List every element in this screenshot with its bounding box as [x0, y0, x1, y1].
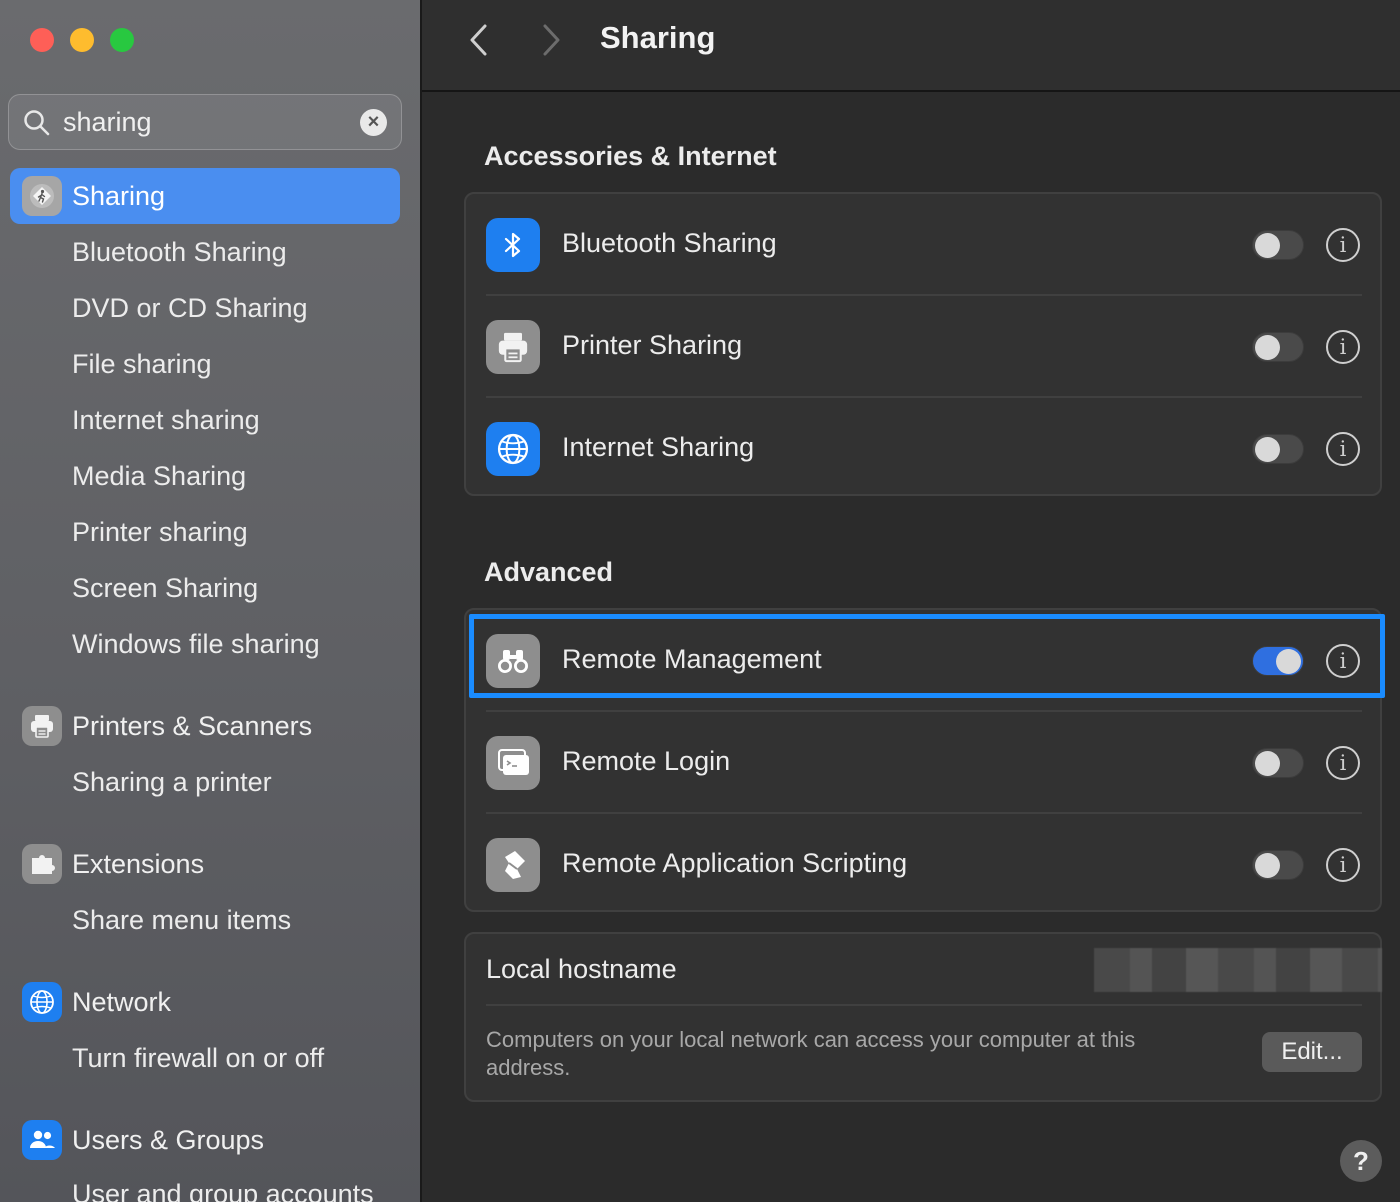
globe-icon — [486, 422, 540, 476]
row-label: Printer Sharing — [562, 330, 743, 360]
sidebar: sharing × Sharing Bluetooth Sharing DVD … — [0, 0, 420, 1202]
info-icon[interactable]: i — [1326, 746, 1360, 780]
sharing-walk-icon — [22, 176, 62, 216]
sidebar-subitem-screen-sharing[interactable]: Screen Sharing — [72, 573, 258, 604]
main-pane: Sharing Accessories & Internet Bluetooth… — [420, 0, 1400, 1202]
toolbar: Sharing — [422, 0, 1400, 92]
sidebar-subitem-printer-sharing[interactable]: Printer sharing — [72, 517, 248, 548]
help-button[interactable]: ? — [1340, 1140, 1382, 1182]
sidebar-subitem-user-group-accounts[interactable]: User and group accounts — [72, 1179, 374, 1202]
globe-icon — [22, 982, 62, 1022]
info-icon[interactable]: i — [1326, 330, 1360, 364]
divider — [486, 1004, 1362, 1006]
info-icon[interactable]: i — [1326, 432, 1360, 466]
accessories-card: Bluetooth Sharing i Printer Sharing i In… — [464, 192, 1382, 496]
row-label: Internet Sharing — [562, 432, 755, 462]
internet-sharing-row: Internet Sharing i — [466, 398, 1380, 500]
row-label: Remote Login — [562, 746, 731, 776]
info-icon[interactable]: i — [1326, 228, 1360, 262]
bluetooth-icon — [486, 218, 540, 272]
row-label: Remote Application Scripting — [562, 848, 908, 878]
sidebar-item-sharing[interactable] — [10, 168, 400, 224]
hostname-label: Local hostname — [486, 954, 677, 984]
page-title: Sharing — [600, 20, 716, 55]
bluetooth-sharing-row: Bluetooth Sharing i — [466, 194, 1380, 296]
zoom-window-button[interactable] — [110, 28, 134, 52]
clear-x-icon[interactable]: × — [360, 109, 387, 136]
search-input[interactable]: sharing — [63, 107, 152, 138]
hostname-value-redacted — [1094, 948, 1382, 992]
minimize-window-button[interactable] — [70, 28, 94, 52]
chevron-right-icon[interactable] — [530, 20, 570, 60]
sidebar-subitem-share-menu-items[interactable]: Share menu items — [72, 905, 291, 936]
hostname-description: Computers on your local network can acce… — [486, 1027, 1136, 1080]
puzzle-icon — [22, 844, 62, 884]
sidebar-subitem-firewall[interactable]: Turn firewall on or off — [72, 1043, 324, 1074]
printer-icon — [486, 320, 540, 374]
sidebar-subitem-file-sharing[interactable]: File sharing — [72, 349, 212, 380]
close-window-button[interactable] — [30, 28, 54, 52]
printer-sharing-row: Printer Sharing i — [466, 296, 1380, 398]
internet-sharing-toggle[interactable] — [1252, 434, 1304, 464]
info-icon[interactable]: i — [1326, 848, 1360, 882]
terminal-icon — [486, 736, 540, 790]
search-field[interactable]: sharing × — [8, 94, 402, 150]
remote-management-highlight — [469, 614, 1385, 698]
remote-login-row: Remote Login i — [466, 712, 1380, 814]
sidebar-subitem-windows-file-sharing[interactable]: Windows file sharing — [72, 629, 320, 660]
sidebar-item-users-groups[interactable]: Users & Groups — [72, 1125, 264, 1156]
remote-app-scripting-toggle[interactable] — [1252, 850, 1304, 880]
sidebar-subitem-sharing-a-printer[interactable]: Sharing a printer — [72, 767, 272, 798]
sidebar-item-label: Sharing — [72, 181, 166, 211]
sidebar-subitem-bluetooth-sharing[interactable]: Bluetooth Sharing — [72, 237, 287, 268]
script-icon — [486, 838, 540, 892]
remote-app-scripting-row: Remote Application Scripting i — [466, 814, 1380, 916]
sidebar-subitem-dvd-cd-sharing[interactable]: DVD or CD Sharing — [72, 293, 308, 324]
sidebar-item-printers-scanners[interactable]: Printers & Scanners — [72, 711, 312, 742]
printer-sharing-toggle[interactable] — [1252, 332, 1304, 362]
sidebar-item-extensions[interactable]: Extensions — [72, 849, 204, 880]
magnifying-glass-icon — [24, 110, 50, 136]
section-title-accessories: Accessories & Internet — [484, 141, 777, 171]
remote-login-toggle[interactable] — [1252, 748, 1304, 778]
sidebar-subitem-media-sharing[interactable]: Media Sharing — [72, 461, 246, 492]
edit-hostname-button[interactable]: Edit... — [1262, 1032, 1362, 1072]
hostname-card: Local hostname Computers on your local n… — [464, 932, 1382, 1102]
sidebar-subitem-internet-sharing[interactable]: Internet sharing — [72, 405, 260, 436]
sidebar-item-network[interactable]: Network — [72, 987, 171, 1018]
users-icon — [22, 1120, 62, 1160]
row-label: Bluetooth Sharing — [562, 228, 777, 258]
section-title-advanced: Advanced — [484, 557, 614, 587]
chevron-left-icon[interactable] — [460, 20, 500, 60]
printer-icon — [22, 706, 62, 746]
bluetooth-sharing-toggle[interactable] — [1252, 230, 1304, 260]
